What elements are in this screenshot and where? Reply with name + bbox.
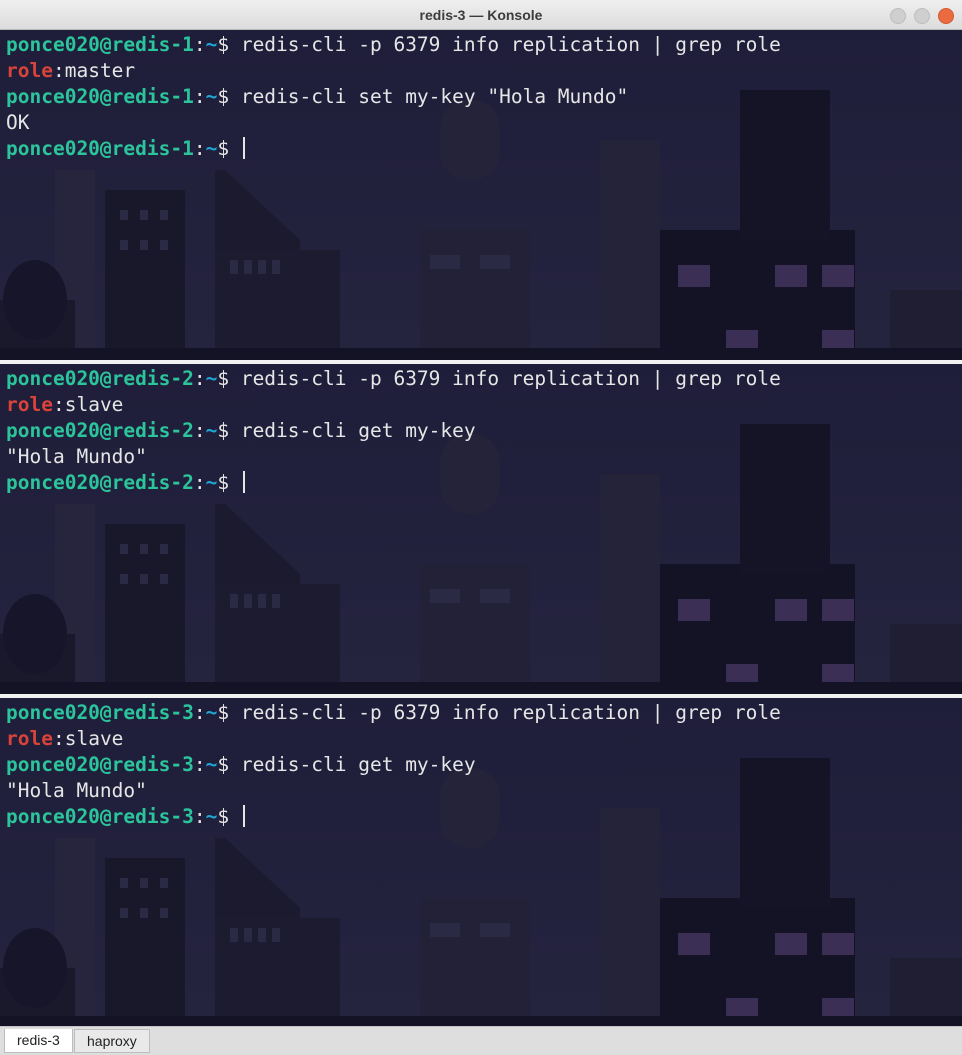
window-title: redis-3 — Konsole — [419, 7, 543, 23]
tab-bar: redis-3 haproxy — [0, 1026, 962, 1055]
command-output: OK — [6, 111, 30, 134]
prompt-symbol: $ — [217, 753, 241, 776]
prompt-user-host: ponce020@redis-3 — [6, 753, 194, 776]
terminal-line: ponce020@redis-1:~$ redis-cli set my-key… — [6, 84, 781, 110]
prompt-cwd: ~ — [205, 701, 218, 724]
prompt-cwd: ~ — [205, 85, 218, 108]
prompt-separator: : — [193, 367, 206, 390]
prompt-separator: : — [193, 805, 206, 828]
terminal-output[interactable]: ponce020@redis-3:~$ redis-cli -p 6379 in… — [6, 700, 781, 830]
command-text: redis-cli set my-key "Hola Mundo" — [240, 85, 629, 108]
terminal-output[interactable]: ponce020@redis-2:~$ redis-cli -p 6379 in… — [6, 366, 781, 496]
terminal-line: ponce020@redis-1:~$ — [6, 136, 781, 162]
prompt-user-host: ponce020@redis-2 — [6, 419, 194, 442]
prompt-cwd: ~ — [205, 419, 218, 442]
terminal-line: ponce020@redis-2:~$ — [6, 470, 781, 496]
role-value: master — [64, 59, 136, 82]
prompt-symbol: $ — [217, 85, 241, 108]
prompt-cwd: ~ — [205, 367, 218, 390]
maximize-button[interactable] — [914, 8, 930, 24]
terminal-pane-3[interactable]: ponce020@redis-3:~$ redis-cli -p 6379 in… — [0, 698, 962, 1026]
command-text: redis-cli get my-key — [240, 753, 476, 776]
prompt-user-host: ponce020@redis-3 — [6, 805, 194, 828]
title-bar[interactable]: redis-3 — Konsole — [0, 0, 962, 30]
terminal-line: "Hola Mundo" — [6, 444, 781, 470]
terminal-pane-2[interactable]: ponce020@redis-2:~$ redis-cli -p 6379 in… — [0, 364, 962, 694]
terminal-line: role:master — [6, 58, 781, 84]
text-cursor — [242, 471, 245, 493]
role-separator: : — [52, 59, 65, 82]
terminal-line: ponce020@redis-2:~$ redis-cli -p 6379 in… — [6, 366, 781, 392]
terminal-pane-1[interactable]: ponce020@redis-1:~$ redis-cli -p 6379 in… — [0, 30, 962, 360]
prompt-user-host: ponce020@redis-1 — [6, 33, 194, 56]
prompt-symbol: $ — [217, 367, 241, 390]
terminal-line: ponce020@redis-1:~$ redis-cli -p 6379 in… — [6, 32, 781, 58]
prompt-separator: : — [193, 471, 206, 494]
prompt-cwd: ~ — [205, 471, 218, 494]
prompt-cwd: ~ — [205, 137, 218, 160]
terminal-line: role:slave — [6, 392, 781, 418]
command-output: "Hola Mundo" — [6, 445, 147, 468]
terminal-line: ponce020@redis-3:~$ redis-cli -p 6379 in… — [6, 700, 781, 726]
prompt-separator: : — [193, 33, 206, 56]
terminal-line: ponce020@redis-3:~$ redis-cli get my-key — [6, 752, 781, 778]
role-key: role — [6, 727, 53, 750]
prompt-separator: : — [193, 419, 206, 442]
prompt-cwd: ~ — [205, 805, 218, 828]
close-button[interactable] — [938, 8, 954, 24]
prompt-separator: : — [193, 137, 206, 160]
command-output: "Hola Mundo" — [6, 779, 147, 802]
tab-haproxy[interactable]: haproxy — [74, 1029, 150, 1053]
prompt-symbol: $ — [217, 33, 241, 56]
terminal-line: "Hola Mundo" — [6, 778, 781, 804]
terminal-line: OK — [6, 110, 781, 136]
prompt-user-host: ponce020@redis-1 — [6, 85, 194, 108]
text-cursor — [242, 805, 245, 827]
prompt-separator: : — [193, 701, 206, 724]
terminal-line: ponce020@redis-2:~$ redis-cli get my-key — [6, 418, 781, 444]
role-separator: : — [52, 727, 65, 750]
prompt-cwd: ~ — [205, 753, 218, 776]
role-key: role — [6, 393, 53, 416]
command-text: redis-cli -p 6379 info replication | gre… — [240, 701, 781, 724]
prompt-user-host: ponce020@redis-3 — [6, 701, 194, 724]
role-key: role — [6, 59, 53, 82]
text-cursor — [242, 137, 245, 159]
prompt-symbol: $ — [217, 419, 241, 442]
role-value: slave — [64, 727, 124, 750]
prompt-symbol: $ — [217, 137, 241, 160]
terminal-line: role:slave — [6, 726, 781, 752]
command-text: redis-cli get my-key — [240, 419, 476, 442]
prompt-user-host: ponce020@redis-1 — [6, 137, 194, 160]
command-text: redis-cli -p 6379 info replication | gre… — [240, 367, 781, 390]
prompt-user-host: ponce020@redis-2 — [6, 367, 194, 390]
prompt-symbol: $ — [217, 805, 241, 828]
prompt-separator: : — [193, 753, 206, 776]
terminal-line: ponce020@redis-3:~$ — [6, 804, 781, 830]
prompt-separator: : — [193, 85, 206, 108]
prompt-user-host: ponce020@redis-2 — [6, 471, 194, 494]
role-value: slave — [64, 393, 124, 416]
minimize-button[interactable] — [890, 8, 906, 24]
prompt-cwd: ~ — [205, 33, 218, 56]
prompt-symbol: $ — [217, 701, 241, 724]
command-text: redis-cli -p 6379 info replication | gre… — [240, 33, 781, 56]
tab-redis-3[interactable]: redis-3 — [4, 1029, 73, 1053]
prompt-symbol: $ — [217, 471, 241, 494]
terminal-output[interactable]: ponce020@redis-1:~$ redis-cli -p 6379 in… — [6, 32, 781, 162]
role-separator: : — [52, 393, 65, 416]
